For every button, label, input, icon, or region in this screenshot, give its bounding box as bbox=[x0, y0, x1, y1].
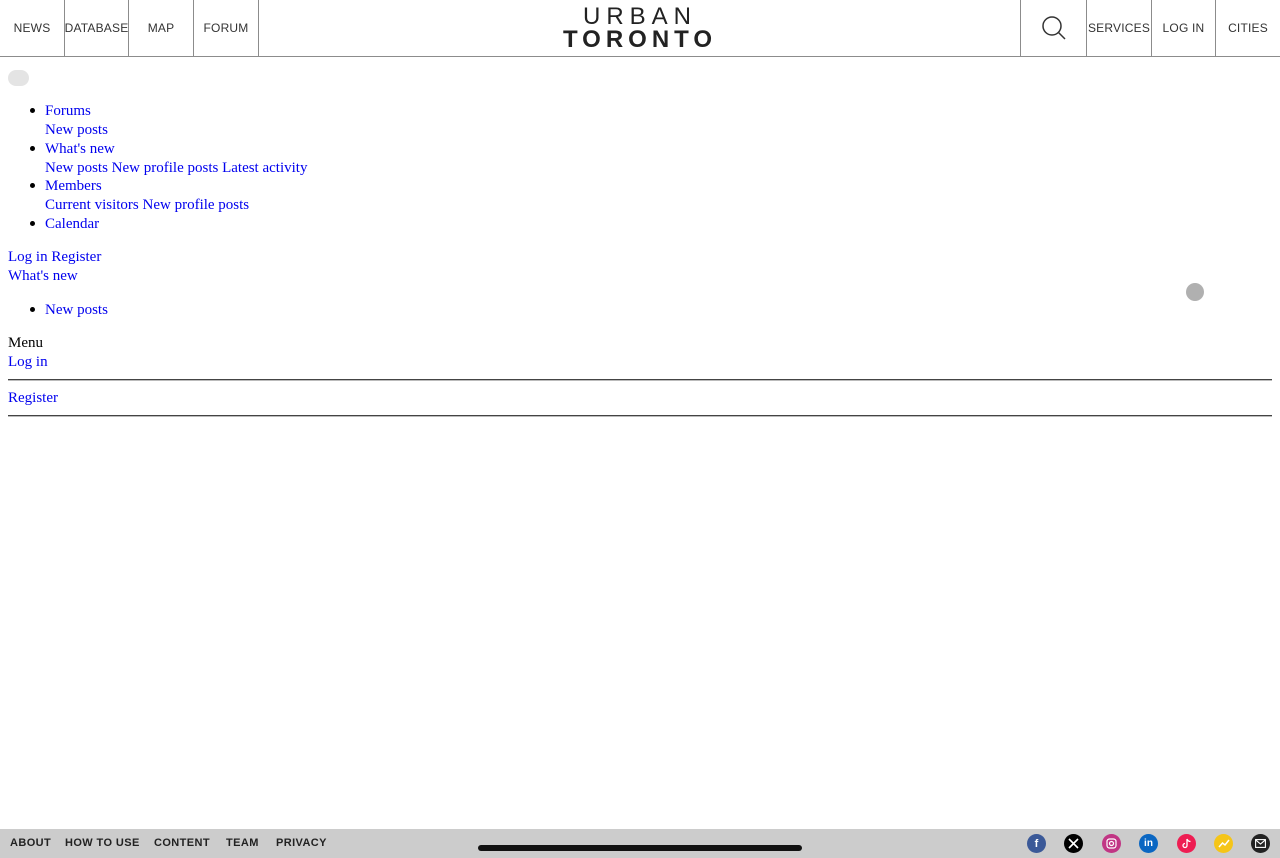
list-bullet bbox=[30, 307, 35, 312]
list-bullet bbox=[30, 108, 35, 113]
nav-forum[interactable]: FORUM bbox=[194, 0, 259, 56]
members-current-visitors-link[interactable]: Current visitors bbox=[45, 197, 139, 213]
forum-nav-members[interactable]: Members bbox=[45, 177, 102, 196]
footer-content-link[interactable]: CONTENT bbox=[154, 837, 210, 849]
nav-database-label: DATABASE bbox=[64, 21, 129, 35]
menu-login-link[interactable]: Log in bbox=[8, 353, 48, 372]
nav-services-label: SERVICES bbox=[1087, 21, 1151, 35]
whats-new-new-posts-link[interactable]: New posts bbox=[45, 160, 108, 176]
theme-toggle[interactable] bbox=[8, 70, 29, 86]
members-sublinks: Current visitors New profile posts bbox=[45, 196, 249, 215]
linkedin-icon[interactable]: in bbox=[1139, 834, 1158, 853]
instagram-icon[interactable] bbox=[1102, 834, 1121, 853]
divider bbox=[8, 379, 1272, 381]
nav-forum-label: FORUM bbox=[203, 21, 249, 35]
divider bbox=[8, 415, 1272, 417]
footer-how-to-use-link[interactable]: HOW TO USE bbox=[65, 837, 140, 849]
logo-line-2: TORONTO bbox=[562, 26, 718, 53]
tiktok-icon[interactable] bbox=[1177, 834, 1196, 853]
horizontal-scrollbar[interactable] bbox=[478, 845, 802, 851]
nav-services[interactable]: SERVICES bbox=[1086, 0, 1151, 56]
email-icon[interactable] bbox=[1251, 834, 1270, 853]
nav-database[interactable]: DATABASE bbox=[65, 0, 129, 56]
x-icon[interactable] bbox=[1064, 834, 1083, 853]
loading-indicator bbox=[1186, 283, 1204, 301]
trending-icon[interactable] bbox=[1214, 834, 1233, 853]
nav-cities-label: CITIES bbox=[1228, 21, 1268, 35]
search-button[interactable] bbox=[1020, 0, 1086, 56]
menu-register-link[interactable]: Register bbox=[8, 389, 58, 408]
list-bullet bbox=[30, 146, 35, 151]
search-icon bbox=[1041, 16, 1066, 40]
footer-team-link[interactable]: TEAM bbox=[226, 837, 259, 849]
list-bullet bbox=[30, 183, 35, 188]
whats-new-sublinks: New posts New profile posts Latest activ… bbox=[45, 159, 307, 178]
list-bullet bbox=[30, 221, 35, 226]
section-new-posts-link[interactable]: New posts bbox=[45, 301, 108, 320]
nav-news[interactable]: NEWS bbox=[0, 0, 65, 56]
site-header: NEWS DATABASE MAP FORUM URBAN TORONTO SE… bbox=[0, 0, 1280, 57]
page-title-whats-new[interactable]: What's new bbox=[8, 267, 78, 286]
forums-new-posts-link[interactable]: New posts bbox=[45, 121, 108, 140]
site-logo[interactable]: URBAN TORONTO bbox=[560, 4, 720, 52]
forum-nav-calendar[interactable]: Calendar bbox=[45, 215, 99, 234]
whats-new-profile-posts-link[interactable]: New profile posts bbox=[112, 160, 219, 176]
forum-nav-whats-new[interactable]: What's new bbox=[45, 140, 115, 159]
menu-label: Menu bbox=[8, 335, 43, 351]
nav-map[interactable]: MAP bbox=[129, 0, 194, 56]
whats-new-latest-activity-link[interactable]: Latest activity bbox=[222, 160, 307, 176]
forum-nav-forums[interactable]: Forums bbox=[45, 102, 91, 121]
footer-privacy-link[interactable]: PRIVACY bbox=[276, 837, 327, 849]
nav-login[interactable]: LOG IN bbox=[1151, 0, 1215, 56]
account-register-link[interactable]: Register bbox=[51, 249, 101, 265]
facebook-icon[interactable]: f bbox=[1027, 834, 1046, 853]
nav-cities[interactable]: CITIES bbox=[1215, 0, 1280, 56]
account-login-link[interactable]: Log in bbox=[8, 249, 48, 265]
footer-about-link[interactable]: ABOUT bbox=[10, 837, 51, 849]
nav-map-label: MAP bbox=[147, 21, 175, 35]
nav-login-label: LOG IN bbox=[1162, 21, 1205, 35]
nav-news-label: NEWS bbox=[13, 21, 51, 35]
site-footer: ABOUT HOW TO USE CONTENT TEAM PRIVACY f … bbox=[0, 829, 1280, 858]
members-profile-posts-link[interactable]: New profile posts bbox=[143, 197, 250, 213]
account-links: Log in Register bbox=[8, 248, 101, 267]
